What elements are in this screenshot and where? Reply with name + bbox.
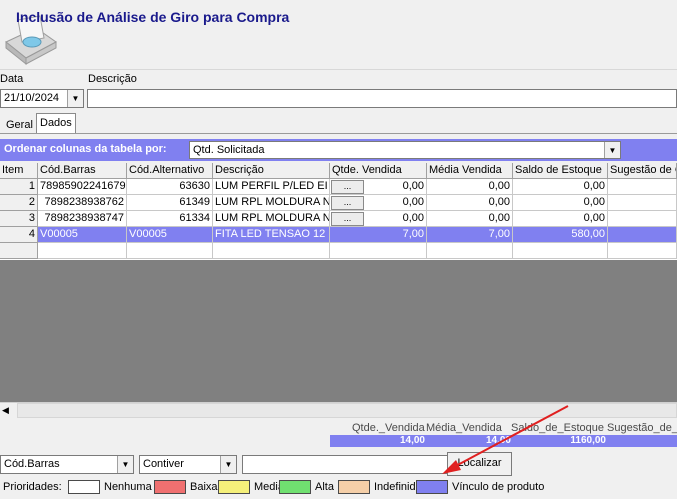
cell-alternativo[interactable] [127, 243, 213, 259]
cell-barras[interactable]: 7898238938762 [38, 195, 127, 211]
search-mode-select[interactable]: Contiver ▼ [139, 455, 237, 474]
search-field-value: Cód.Barras [4, 458, 60, 470]
chevron-down-icon[interactable]: ▼ [220, 456, 236, 473]
scroll-left-icon[interactable]: ◀ [2, 405, 9, 416]
date-field[interactable]: 21/10/2024 ▼ [0, 89, 84, 108]
cell-media-vendida[interactable]: 0,00 [427, 179, 513, 195]
cell-media-vendida[interactable]: 7,00 [427, 227, 513, 243]
ellipsis-button[interactable]: ... [331, 212, 364, 226]
cell-saldo-estoque[interactable]: 0,00 [513, 211, 608, 227]
priority-label-indefinida: Indefinida [374, 481, 422, 493]
window-title: Inclusão de Análise de Giro para Compra [16, 9, 290, 25]
col-header-media-vendida[interactable]: Média Vendida [427, 163, 513, 179]
cell-sugestao[interactable] [608, 243, 677, 259]
cell-saldo-estoque[interactable]: 0,00 [513, 195, 608, 211]
total-qtde-vendida: 14,00 [399, 435, 425, 446]
chevron-down-icon[interactable]: ▼ [117, 456, 133, 473]
priority-swatch-nenhuma [68, 480, 100, 494]
tab-dados[interactable]: Dados [36, 113, 76, 133]
description-field[interactable] [87, 89, 677, 108]
cell-sugestao[interactable] [608, 179, 677, 195]
cell-descricao[interactable] [213, 243, 330, 259]
date-value: 21/10/2024 [4, 92, 60, 104]
cell-media-vendida[interactable] [427, 243, 513, 259]
cell-descricao[interactable]: LUM RPL MOLDURA N [213, 211, 330, 227]
grid-empty-area [0, 260, 677, 402]
cell-alternativo[interactable]: 61334 [127, 211, 213, 227]
cell-sugestao[interactable] [608, 227, 677, 243]
row-item: 4 [0, 227, 38, 243]
priority-label-alta: Alta [315, 481, 334, 493]
cell-alternativo[interactable]: 61349 [127, 195, 213, 211]
priority-swatch-baixa [154, 480, 186, 494]
total-label-qtde: Qtde._Vendida [352, 422, 425, 434]
col-header-saldo-estoque[interactable]: Saldo de Estoque [513, 163, 608, 179]
cell-barras[interactable]: 78985902241679 [38, 179, 127, 195]
search-field-select[interactable]: Cód.Barras ▼ [0, 455, 134, 474]
order-select-value: Qtd. Solicitada [193, 144, 265, 156]
red-arrow-annotation-icon [442, 405, 569, 474]
order-label: Ordenar colunas da tabela por: [4, 143, 167, 155]
cell-descricao[interactable]: LUM PERFIL P/LED EI [213, 179, 330, 195]
cell-barras[interactable] [38, 243, 127, 259]
col-header-barras[interactable]: Cód.Barras [38, 163, 127, 179]
priorities-label: Prioridades: [3, 481, 62, 493]
chevron-down-icon[interactable]: ▼ [604, 142, 620, 158]
cell-barras[interactable]: V00005 [38, 227, 127, 243]
order-select[interactable]: Qtd. Solicitada ▼ [189, 141, 621, 159]
tab-divider [0, 133, 677, 134]
cell-qtde-vendida[interactable]: 7,00 [330, 227, 427, 243]
search-mode-value: Contiver [143, 458, 184, 470]
data-grid[interactable]: Item Cód.Barras Cód.Alternativo Descriçã… [0, 163, 677, 260]
row-item: 2 [0, 195, 38, 211]
cell-sugestao[interactable] [608, 211, 677, 227]
row-item: 1 [0, 179, 38, 195]
cell-descricao[interactable]: LUM RPL MOLDURA N [213, 195, 330, 211]
cell-alternativo[interactable]: 63630 [127, 179, 213, 195]
cell-media-vendida[interactable]: 0,00 [427, 211, 513, 227]
cell-saldo-estoque[interactable]: 580,00 [513, 227, 608, 243]
priority-swatch-media [218, 480, 250, 494]
priority-label-vinculo: Vínculo de produto [452, 481, 545, 493]
col-header-sugestao[interactable]: Sugestão de C [608, 163, 677, 179]
row-item: 3 [0, 211, 38, 227]
col-header-descricao[interactable]: Descrição [213, 163, 330, 179]
col-header-item[interactable]: Item [0, 163, 38, 179]
description-label: Descrição [88, 73, 137, 85]
row-item [0, 243, 38, 259]
col-header-qtde-vendida[interactable]: Qtde. Vendida [330, 163, 427, 179]
cell-saldo-estoque[interactable]: 0,00 [513, 179, 608, 195]
search-input[interactable] [242, 455, 448, 474]
col-header-alternativo[interactable]: Cód.Alternativo [127, 163, 213, 179]
total-label-sugestao: Sugestão_de_C [607, 422, 677, 434]
cell-saldo-estoque[interactable] [513, 243, 608, 259]
chevron-down-icon[interactable]: ▼ [67, 90, 83, 107]
priority-swatch-indefinida [338, 480, 370, 494]
cell-media-vendida[interactable]: 0,00 [427, 195, 513, 211]
priority-swatch-vinculo [416, 480, 448, 494]
date-label: Data [0, 73, 24, 85]
ellipsis-button[interactable]: ... [331, 180, 364, 194]
priority-label-nenhuma: Nenhuma [104, 481, 152, 493]
priority-label-baixa: Baixa [190, 481, 218, 493]
cell-alternativo[interactable]: V00005 [127, 227, 213, 243]
ellipsis-button[interactable]: ... [331, 196, 364, 210]
cell-qtde-vendida[interactable] [330, 243, 427, 259]
cell-barras[interactable]: 7898238938747 [38, 211, 127, 227]
priority-swatch-alta [279, 480, 311, 494]
cell-sugestao[interactable] [608, 195, 677, 211]
cell-descricao[interactable]: FITA LED TENSAO 12 [213, 227, 330, 243]
